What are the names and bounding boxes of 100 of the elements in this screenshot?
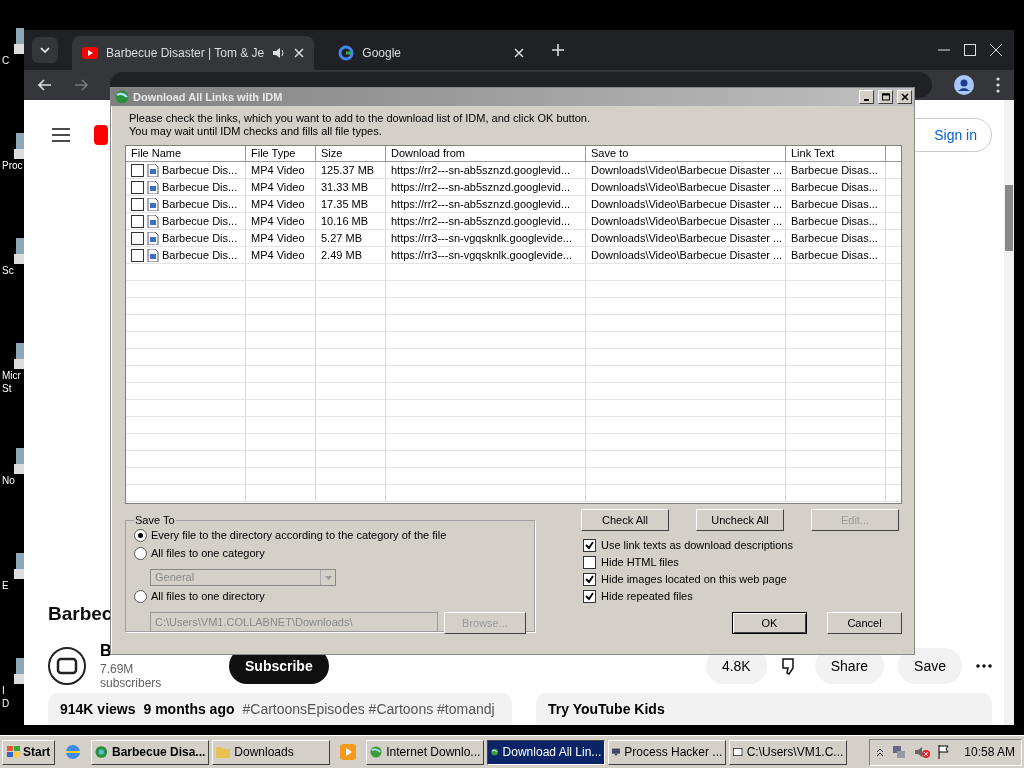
table-cell: https://rr2---sn-ab5sznzd.googlevid... <box>391 181 571 193</box>
table-cell: https://rr2---sn-ab5sznzd.googlevid... <box>391 198 571 210</box>
table-cell: Barbecue Disas... <box>791 181 878 193</box>
shortcut-icon[interactable] <box>14 658 24 684</box>
row-checkbox[interactable] <box>131 214 144 228</box>
start-button[interactable]: Start <box>2 739 56 765</box>
table-cell: Barbecue Dis... <box>162 181 238 193</box>
column-header[interactable]: Link Text <box>786 146 886 161</box>
desktop-icon-label: No <box>2 474 15 487</box>
forward-icon[interactable] <box>74 79 88 91</box>
taskbar-button[interactable]: Downloads <box>212 739 331 765</box>
shortcut-icon[interactable] <box>14 28 24 54</box>
maximize-icon[interactable] <box>964 44 976 56</box>
option-checkbox[interactable] <box>583 556 596 569</box>
option-checkbox[interactable] <box>583 573 596 586</box>
more-icon[interactable] <box>976 664 992 668</box>
table-cell: MP4 Video <box>251 181 305 193</box>
row-checkbox[interactable] <box>131 248 144 262</box>
radio-label[interactable]: All files to one category <box>151 546 265 561</box>
column-header[interactable]: Size <box>316 146 386 161</box>
video-icon <box>82 47 98 59</box>
desktop-icon-label: Sc <box>2 264 14 277</box>
channel-avatar[interactable] <box>48 647 86 685</box>
column-header[interactable]: File Type <box>246 146 316 161</box>
network-icon[interactable] <box>892 745 907 759</box>
radio-button[interactable] <box>134 529 147 542</box>
shortcut-icon[interactable] <box>14 343 24 369</box>
flag-icon[interactable] <box>938 745 951 759</box>
scrollbar[interactable] <box>1004 100 1014 725</box>
maximize-button[interactable] <box>878 90 893 104</box>
browser-icon <box>95 745 108 759</box>
close-icon[interactable] <box>990 44 1002 56</box>
table-cell: 31.33 MB <box>321 181 369 193</box>
close-button[interactable] <box>897 90 912 104</box>
table-cell: https://rr3---sn-vgqsknlk.googlevide... <box>391 232 572 244</box>
shortcut-icon[interactable] <box>14 238 24 264</box>
taskbar-button[interactable]: C:\Users\VM1.C... <box>729 739 848 765</box>
table-cell: Downloads\Video\Barbecue Disaster ... <box>591 164 783 176</box>
globe-icon <box>115 90 129 104</box>
column-header[interactable]: File Name <box>126 146 246 161</box>
close-icon[interactable] <box>514 48 525 58</box>
table-cell: Downloads\Video\Barbecue Disaster ... <box>591 232 783 244</box>
table-cell: Downloads\Video\Barbecue Disaster ... <box>591 215 783 227</box>
row-checkbox[interactable] <box>131 180 144 194</box>
browser-tab[interactable]: Google <box>328 36 535 70</box>
cancel-button[interactable]: Cancel <box>827 612 902 634</box>
maximize-icon <box>881 93 890 101</box>
profile-icon[interactable] <box>954 75 974 95</box>
table-cell: Barbecue Disas... <box>791 215 878 227</box>
chevron-icon[interactable] <box>876 747 885 757</box>
close-icon[interactable] <box>294 48 305 58</box>
muted-speaker-icon[interactable] <box>914 745 931 759</box>
browser-tab[interactable]: Barbecue Disaster | Tom & Je <box>72 36 315 70</box>
taskbar-button[interactable]: Process Hacker ... <box>608 739 727 765</box>
table-cell: Barbecue Disas... <box>791 249 878 261</box>
row-checkbox[interactable] <box>131 231 144 245</box>
taskbar-button[interactable]: Barbecue Disa... <box>91 739 210 765</box>
view-count: 914K views <box>60 701 136 717</box>
speaker-icon[interactable] <box>272 46 287 60</box>
option-checkbox[interactable] <box>583 590 596 603</box>
table-cell: https://rr2---sn-ab5sznzd.googlevid... <box>391 215 571 227</box>
upload-age: 9 months ago <box>143 701 235 717</box>
option-label[interactable]: Hide images located on this web page <box>601 573 787 586</box>
taskbar-button[interactable]: Internet Downlo... <box>366 739 485 765</box>
video-file-icon <box>147 163 159 177</box>
radio-button[interactable] <box>134 590 147 603</box>
action-button[interactable]: Uncheck All <box>696 509 784 531</box>
taskbar-button[interactable]: Download All Lin... <box>487 739 606 765</box>
new-tab-icon[interactable] <box>552 44 565 56</box>
option-label[interactable]: Hide HTML files <box>601 556 679 569</box>
globe-icon <box>370 745 383 759</box>
option-checkbox[interactable] <box>583 539 596 552</box>
description-box[interactable]: 914K views 9 months ago #CartoonsEpisodes #Cartoons #tomandj <box>48 693 512 725</box>
video-title: Barbec <box>48 603 113 625</box>
radio-label[interactable]: All files to one directory <box>151 589 265 604</box>
save-button[interactable]: Save <box>898 648 962 684</box>
option-label[interactable]: Hide repeated files <box>601 590 693 603</box>
ok-button[interactable]: OK <box>732 612 807 634</box>
column-header[interactable]: Download from <box>386 146 586 161</box>
column-header[interactable]: Save to <box>586 146 786 161</box>
subscriber-count: 7.69M subscribers <box>100 662 163 690</box>
radio-button[interactable] <box>134 547 147 560</box>
minimize-button[interactable] <box>859 90 874 104</box>
tab-search-button[interactable] <box>32 37 58 63</box>
row-checkbox[interactable] <box>131 197 144 211</box>
more-icon[interactable] <box>996 77 1000 93</box>
shortcut-icon[interactable] <box>14 133 24 159</box>
desktop-icon-label: Micr <box>2 369 21 382</box>
action-button[interactable]: Check All <box>581 509 669 531</box>
shortcut-icon[interactable] <box>14 448 24 474</box>
back-icon[interactable] <box>38 79 52 91</box>
clock[interactable]: 10:58 AM <box>964 745 1015 759</box>
g-icon <box>338 45 355 61</box>
option-label[interactable]: Use link texts as download descriptions <box>601 539 793 552</box>
kids-title: Try YouTube Kids <box>548 701 665 717</box>
shortcut-icon[interactable] <box>14 553 24 579</box>
menu-icon[interactable] <box>52 128 70 142</box>
table-cell: 10.16 MB <box>321 215 369 227</box>
row-checkbox[interactable] <box>131 163 144 177</box>
radio-label[interactable]: Every file to the directory according to the category of the file <box>151 528 447 543</box>
